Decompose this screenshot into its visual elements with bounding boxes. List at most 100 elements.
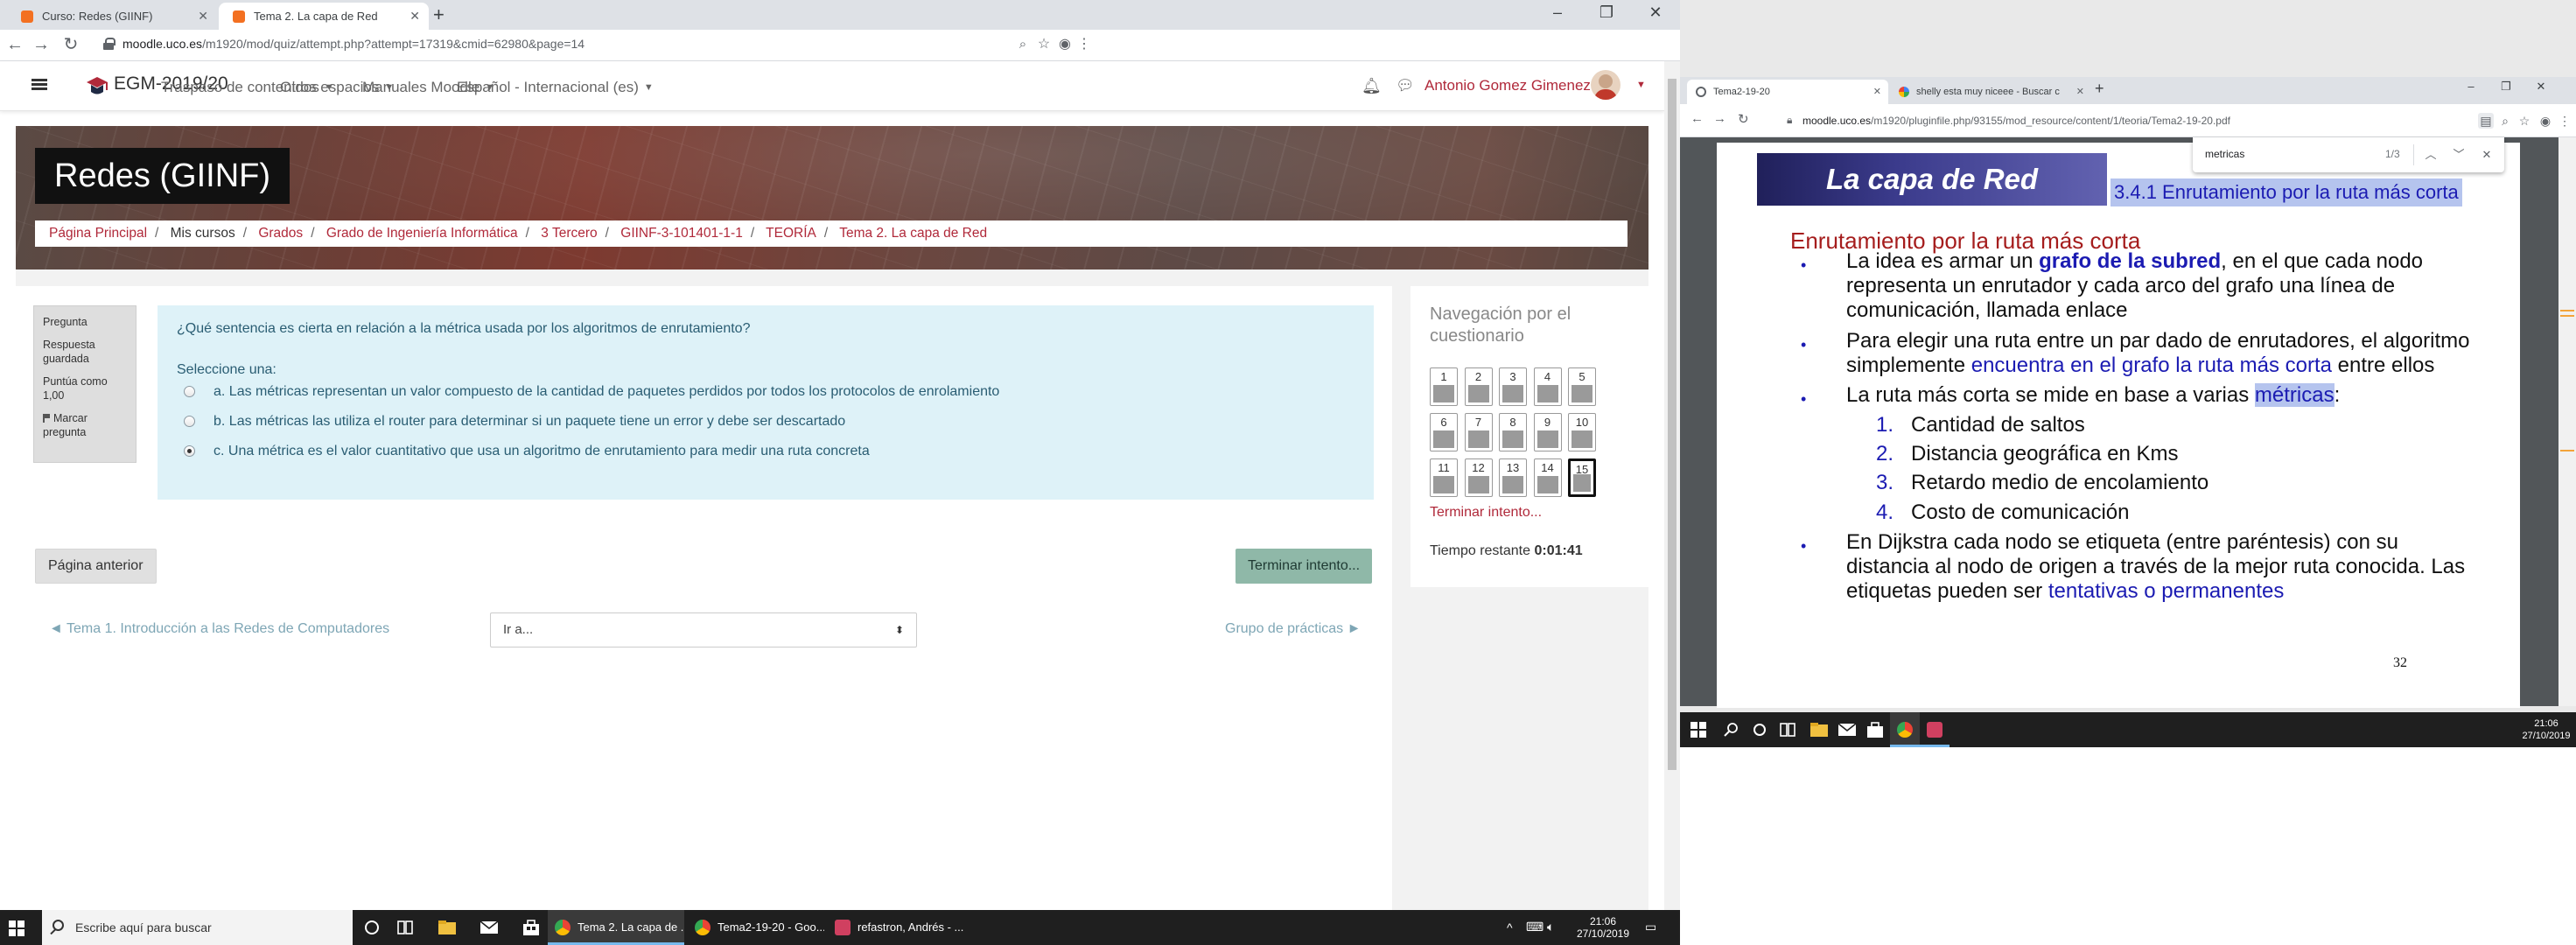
quiz-nav-button-11[interactable]: 11 — [1430, 458, 1458, 497]
radio-c[interactable] — [184, 445, 195, 457]
address-bar[interactable]: moodle.uco.es/m1920/mod/quiz/attempt.php… — [122, 37, 584, 51]
search-icon[interactable]: ⌕ — [2497, 113, 2513, 129]
taskbar-clock[interactable]: 21:06 27/10/2019 — [1575, 915, 1631, 940]
quiz-nav-button-10[interactable]: 10 — [1568, 413, 1596, 452]
quiz-nav-button-4[interactable]: 4 — [1533, 368, 1562, 406]
quiz-nav-button-12[interactable]: 12 — [1464, 458, 1493, 497]
store-icon[interactable] — [1866, 721, 1885, 738]
find-close-icon[interactable]: ✕ — [2478, 146, 2496, 164]
breadcrumb-topic[interactable]: Tema 2. La capa de Red — [839, 226, 987, 241]
notifications-bell-icon[interactable]: 🔔︎ — [1362, 77, 1382, 95]
chrome-taskbar-button[interactable] — [1890, 712, 1920, 747]
university-logo-icon[interactable] — [84, 73, 110, 99]
breadcrumb-course-code[interactable]: GIINF-3-101401-1-1 — [620, 226, 743, 241]
mail-icon[interactable] — [1838, 721, 1857, 738]
taskbar-clock[interactable]: 21:06 27/10/2019 — [2520, 718, 2572, 742]
minimize-icon[interactable]: – — [2454, 77, 2488, 98]
user-menu-caret-icon[interactable]: ▼ — [1636, 80, 1646, 90]
task-view-icon[interactable] — [396, 919, 415, 936]
previous-activity-link[interactable]: ◄ Tema 1. Introducción a las Redes de Co… — [49, 621, 389, 637]
taskbar-app-chat[interactable]: refastron, Andrés - ... — [828, 910, 964, 945]
quiz-nav-button-1[interactable]: 1 — [1430, 368, 1458, 406]
bookmark-star-icon[interactable]: ☆ — [1032, 34, 1055, 57]
tab-close-icon[interactable]: ✕ — [198, 3, 208, 30]
breadcrumb-year[interactable]: 3 Tercero — [541, 226, 597, 241]
breadcrumb-degree[interactable]: Grado de Ingeniería Informática — [326, 226, 518, 241]
profile-icon[interactable]: ◉ — [2538, 113, 2553, 129]
task-view-icon[interactable] — [1778, 721, 1797, 738]
zoom-icon[interactable]: ⌕ — [1012, 34, 1034, 57]
window-close-icon[interactable]: ✕ — [2524, 77, 2558, 98]
tab-close-icon[interactable]: ✕ — [2076, 80, 2084, 104]
tab-close-icon[interactable]: ✕ — [410, 3, 420, 30]
action-center-icon[interactable]: ▭ — [1645, 920, 1656, 933]
forward-icon[interactable]: → — [1713, 111, 1726, 126]
taskbar-app-pdf[interactable]: Tema2-19-20 - Goo... — [688, 910, 824, 945]
finish-attempt-link[interactable]: Terminar intento... — [1430, 505, 1542, 521]
finish-attempt-button[interactable]: Terminar intento... — [1236, 549, 1373, 584]
store-icon[interactable] — [522, 919, 541, 936]
browser-menu-icon[interactable]: ⋮ — [2557, 113, 2572, 129]
menu-language[interactable]: Español - Internacional (es) ▼ — [457, 79, 654, 96]
quiz-nav-button-2[interactable]: 2 — [1464, 368, 1493, 406]
quiz-nav-button-8[interactable]: 8 — [1499, 413, 1527, 452]
new-tab-icon[interactable]: + — [433, 2, 444, 28]
find-next-icon[interactable]: ﹀ — [2450, 146, 2468, 164]
search-icon[interactable] — [1722, 721, 1741, 738]
find-input[interactable]: metricas — [2205, 148, 2244, 160]
restore-icon[interactable]: ❐ — [2488, 77, 2524, 98]
quiz-nav-button-14[interactable]: 14 — [1533, 458, 1562, 497]
network-icon[interactable]: ⌨ — [1526, 920, 1544, 933]
tab-close-icon[interactable]: ✕ — [1873, 80, 1881, 104]
breadcrumb-teoria[interactable]: TEORÍA — [766, 226, 816, 241]
tray-chevron-icon[interactable]: ^ — [1507, 921, 1513, 934]
windows-start-icon[interactable] — [1690, 722, 1706, 738]
browser-menu-icon[interactable]: ⋮ — [1073, 34, 1096, 57]
minimize-icon[interactable]: – — [1533, 0, 1582, 26]
previous-page-button[interactable]: Página anterior — [35, 549, 157, 584]
quiz-nav-button-5[interactable]: 5 — [1568, 368, 1596, 406]
quiz-nav-button-6[interactable]: 6 — [1430, 413, 1458, 452]
flag-question-link[interactable]: Marcar pregunta — [43, 411, 127, 439]
quiz-nav-button-3[interactable]: 3 — [1499, 368, 1527, 406]
file-explorer-icon[interactable] — [438, 919, 457, 936]
mail-icon[interactable] — [480, 919, 499, 936]
address-bar[interactable]: moodle.uco.es/m1920/pluginfile.php/93155… — [1802, 115, 2230, 127]
tab-search[interactable]: shelly esta muy niceee - Buscar c ✕ — [1890, 80, 2091, 104]
restore-icon[interactable]: ❐ — [1582, 0, 1631, 26]
jump-to-select[interactable]: Ir a... ⬍ — [490, 612, 917, 648]
taskbar-search-box[interactable]: Escribe aquí para buscar — [42, 910, 353, 945]
quiz-nav-button-9[interactable]: 9 — [1533, 413, 1562, 452]
breadcrumb-grados[interactable]: Grados — [258, 226, 303, 241]
chat-taskbar-button[interactable] — [1920, 712, 1950, 747]
bookmark-star-icon[interactable]: ☆ — [2516, 113, 2532, 129]
tab-pdf[interactable]: Tema2-19-20 ✕ — [1687, 80, 1888, 104]
radio-b[interactable] — [184, 416, 195, 427]
pdf-scrollbar[interactable] — [2558, 137, 2576, 706]
pdf-viewer-icon[interactable]: ▤ — [2478, 113, 2494, 129]
taskbar-app-quiz[interactable]: Tema 2. La capa de ... — [548, 910, 684, 945]
radio-a[interactable] — [184, 386, 195, 397]
avatar[interactable] — [1591, 70, 1620, 100]
back-icon[interactable]: ← — [4, 34, 26, 57]
cortana-icon[interactable] — [362, 919, 382, 936]
new-tab-icon[interactable]: + — [2095, 80, 2104, 98]
back-icon[interactable]: ← — [1690, 111, 1704, 126]
cortana-icon[interactable] — [1750, 721, 1769, 738]
volume-icon[interactable]: 🔈︎ — [1547, 920, 1554, 933]
next-activity-link[interactable]: Grupo de prácticas ► — [1225, 621, 1361, 637]
forward-icon[interactable]: → — [30, 34, 52, 57]
reload-icon[interactable]: ↻ — [1738, 111, 1749, 127]
scrollbar-thumb[interactable] — [1668, 79, 1676, 770]
user-name[interactable]: Antonio Gomez Gimenez — [1424, 77, 1591, 94]
quiz-nav-button-15[interactable]: 15 — [1568, 458, 1596, 497]
quiz-nav-button-13[interactable]: 13 — [1499, 458, 1527, 497]
hamburger-menu-icon[interactable] — [32, 79, 47, 91]
window-close-icon[interactable]: ✕ — [1631, 0, 1680, 26]
tab-course[interactable]: Curso: Redes (GIINF) ✕ — [7, 3, 217, 30]
file-explorer-icon[interactable] — [1810, 721, 1829, 738]
page-scrollbar[interactable] — [1664, 61, 1680, 910]
messages-icon[interactable]: 💬︎ — [1396, 77, 1415, 94]
quiz-nav-button-7[interactable]: 7 — [1464, 413, 1493, 452]
reload-icon[interactable]: ↻ — [60, 34, 82, 57]
